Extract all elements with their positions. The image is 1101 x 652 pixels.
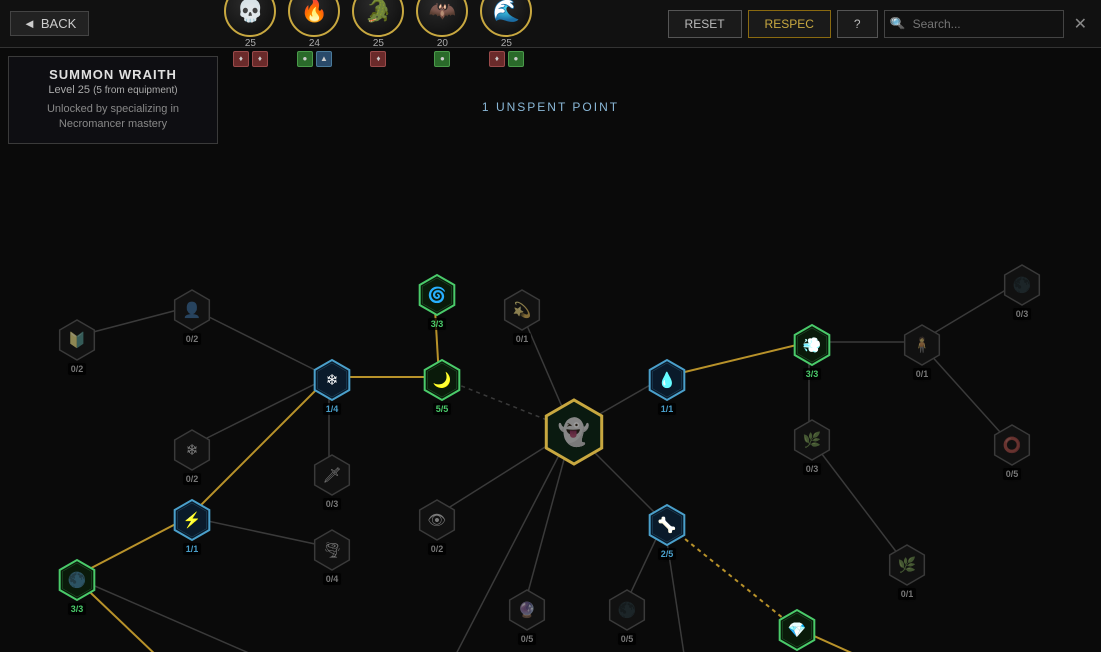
- node-label: 0/2: [183, 473, 202, 485]
- node-label: 1/1: [183, 543, 202, 555]
- skill-node-n10[interactable]: ⚡ 1/1: [170, 498, 214, 555]
- skill-node-n27[interactable]: 🌿 0/1: [885, 543, 929, 600]
- node-icon: 💧: [648, 361, 686, 399]
- close-button[interactable]: ✕: [1070, 14, 1091, 34]
- node-icon: 🔮: [508, 591, 546, 629]
- connection-line: [74, 577, 304, 652]
- node-icon: 🌑: [1003, 266, 1041, 304]
- skill-node-n25[interactable]: 🌑 0/3: [1000, 263, 1044, 320]
- node-icon: 🌑: [58, 561, 96, 599]
- node-label: 0/1: [913, 368, 932, 380]
- node-icon: 🌪: [313, 531, 351, 569]
- node-icon: ❄: [173, 431, 211, 469]
- node-icon: 🦴: [648, 506, 686, 544]
- skill-node-n15[interactable]: 💫 0/1: [500, 288, 544, 345]
- node-icon: ⭕: [993, 426, 1031, 464]
- node-icon: 🗡: [313, 456, 351, 494]
- skill-node-n6[interactable]: 💨 3/3: [790, 323, 834, 380]
- unspent-banner: 1 Unspent Point: [482, 100, 619, 114]
- node-icon: 🌿: [888, 546, 926, 584]
- skill-level: Level 25 (5 from equipment): [21, 84, 205, 96]
- node-label: 2/5: [658, 548, 677, 560]
- node-label: 0/3: [323, 498, 342, 510]
- node-icon: 👻: [555, 413, 593, 451]
- node-icon: ⚡: [173, 501, 211, 539]
- back-arrow-icon: ◄: [23, 16, 36, 31]
- search-input[interactable]: [884, 10, 1064, 38]
- right-controls: RESET RESPEC ? 🔍 ✕: [668, 10, 1091, 38]
- skill-node-n1[interactable]: 👻: [540, 398, 608, 466]
- node-icon: 🌀: [418, 276, 456, 314]
- node-label: 0/2: [68, 363, 87, 375]
- node-label: 0/4: [323, 573, 342, 585]
- node-icon: 🔰: [58, 321, 96, 359]
- node-label: 0/1: [513, 333, 532, 345]
- node-label: 3/3: [428, 318, 447, 330]
- back-label: BACK: [41, 16, 76, 31]
- help-button[interactable]: ?: [837, 10, 878, 38]
- skill-node-n18[interactable]: 🦴 2/5: [645, 503, 689, 560]
- node-icon: 💨: [793, 326, 831, 364]
- node-label: 5/5: [433, 403, 452, 415]
- skill-node-n24[interactable]: 🧍 0/1: [900, 323, 944, 380]
- skill-node-n13[interactable]: 🗡 0/3: [310, 453, 354, 510]
- respec-button[interactable]: RESPEC: [748, 10, 831, 38]
- skill-node-n14[interactable]: 👁 0/2: [415, 498, 459, 555]
- info-panel: Summon Wraith Level 25 (5 from equipment…: [8, 56, 218, 144]
- skill-node-n4[interactable]: 🌙 5/5: [420, 358, 464, 415]
- skill-node-n12[interactable]: 🌪 0/4: [310, 528, 354, 585]
- node-icon: 🌑: [608, 591, 646, 629]
- skill-node-n2[interactable]: ❄ 1/4: [310, 358, 354, 415]
- node-icon: ❄: [313, 361, 351, 399]
- node-label: 1/1: [658, 403, 677, 415]
- node-icon: 👤: [173, 291, 211, 329]
- top-bar: ◄ BACK 💀25♦♦🔥24●▲🐊25♦🦇20●🌊25♦● RESET RES…: [0, 0, 1101, 48]
- node-label: 0/2: [183, 333, 202, 345]
- skill-node-n23[interactable]: 🌿 0/3: [790, 418, 834, 475]
- node-label: 3/3: [68, 603, 87, 615]
- node-icon: 💫: [503, 291, 541, 329]
- back-button[interactable]: ◄ BACK: [10, 11, 89, 36]
- search-wrapper: 🔍: [884, 10, 1064, 38]
- node-icon: 👁: [418, 501, 456, 539]
- skill-node-n5[interactable]: 💧 1/1: [645, 358, 689, 415]
- node-label: 1/4: [323, 403, 342, 415]
- node-label: 0/3: [803, 463, 822, 475]
- skill-node-n16[interactable]: 🔮 0/5: [505, 588, 549, 645]
- unlock-info: Unlocked by specializing in Necromancer …: [21, 102, 205, 133]
- reset-button[interactable]: RESET: [668, 10, 742, 38]
- node-label: 0/1: [898, 588, 917, 600]
- skill-node-n7[interactable]: 👤 0/2: [170, 288, 214, 345]
- node-label: 0/2: [428, 543, 447, 555]
- skill-node-n8[interactable]: 🔰 0/2: [55, 318, 99, 375]
- skill-node-n26[interactable]: ⭕ 0/5: [990, 423, 1034, 480]
- node-icon: 🌿: [793, 421, 831, 459]
- node-label: 0/5: [518, 633, 537, 645]
- skill-title: Summon Wraith: [21, 67, 205, 82]
- skill-node-n17[interactable]: 🌑 0/5: [605, 588, 649, 645]
- node-label: 3/3: [803, 368, 822, 380]
- skill-node-n11[interactable]: ❄ 0/2: [170, 428, 214, 485]
- node-label: 0/5: [1003, 468, 1022, 480]
- node-icon: 💎: [778, 611, 816, 649]
- skill-node-n28[interactable]: 💎1/1: [775, 608, 819, 652]
- search-icon: 🔍: [892, 17, 906, 30]
- node-label: 0/3: [1013, 308, 1032, 320]
- skill-node-n9[interactable]: 🌑 3/3: [55, 558, 99, 615]
- skill-node-n3[interactable]: 🌀 3/3: [415, 273, 459, 330]
- node-icon: 🌙: [423, 361, 461, 399]
- node-label: 0/5: [618, 633, 637, 645]
- node-icon: 🧍: [903, 326, 941, 364]
